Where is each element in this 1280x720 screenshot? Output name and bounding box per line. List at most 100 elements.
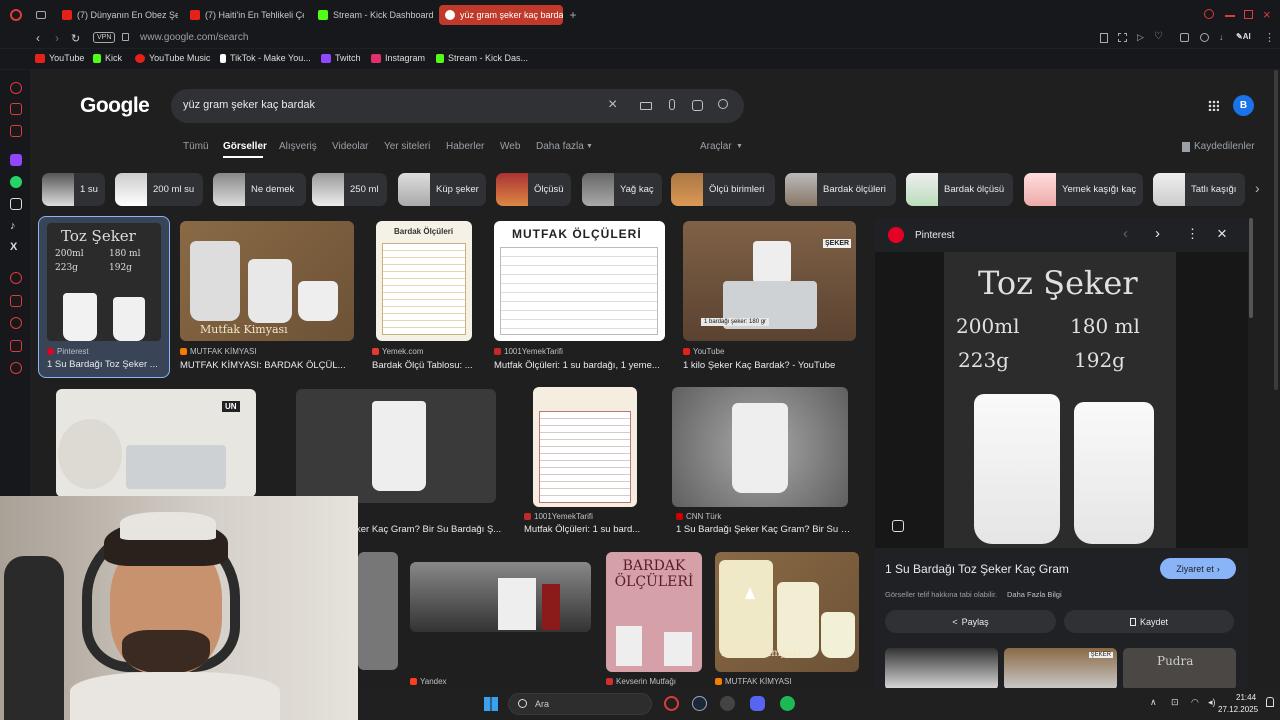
ai-icon[interactable]: ✎AI bbox=[1236, 32, 1251, 41]
result-title[interactable]: 1 kilo Şeker Kaç Bardak? - YouTube bbox=[683, 360, 858, 371]
image-result[interactable]: UN bbox=[56, 389, 256, 499]
visit-button[interactable]: Ziyaret et › bbox=[1160, 558, 1236, 579]
tray-chevron-icon[interactable]: ∧ bbox=[1150, 697, 1157, 708]
tab-1[interactable]: (7) Dünyanın En Obez Şeh bbox=[56, 5, 178, 25]
tiktok-icon[interactable]: ♪ bbox=[10, 220, 22, 232]
x-icon[interactable]: X bbox=[10, 241, 22, 253]
image-result[interactable]: Yandex bbox=[410, 562, 593, 687]
image-result[interactable]: 1001YemekTarifi Mutfak Ölçüleri: 1 su ba… bbox=[524, 387, 654, 537]
google-logo[interactable]: Google bbox=[80, 94, 150, 118]
new-tab-button[interactable]: + bbox=[567, 8, 579, 22]
search-tabs-icon[interactable] bbox=[1204, 9, 1214, 19]
related-image[interactable] bbox=[885, 648, 998, 690]
bookmark-youtube[interactable]: YouTube bbox=[35, 53, 84, 63]
result-title[interactable]: Mutfak Ölçüleri: 1 su bard... bbox=[524, 524, 654, 535]
tab-videos[interactable]: Videolar bbox=[332, 141, 369, 152]
result-title[interactable]: Mutfak Ölçüleri: 1 su bardağı, 1 yeme... bbox=[494, 360, 669, 371]
tab-more[interactable]: Daha fazla bbox=[536, 141, 584, 152]
chip-200ml[interactable]: 200 ml su bbox=[115, 173, 203, 206]
maximize-icon[interactable] bbox=[1244, 10, 1253, 19]
search-box[interactable]: yüz gram şeker kaç bardak × bbox=[171, 89, 744, 123]
screenshot-icon[interactable] bbox=[1118, 33, 1127, 42]
bookmark-instagram[interactable]: Instagram bbox=[371, 53, 425, 63]
chips-next-icon[interactable]: › bbox=[1255, 180, 1260, 196]
lens-search-icon[interactable] bbox=[892, 520, 904, 532]
chip-olcu-birimleri[interactable]: Ölçü birimleri bbox=[671, 173, 775, 206]
share-button[interactable]: < Paylaş bbox=[885, 610, 1056, 633]
image-result[interactable]: Mutfak Kimyası MUTFAK KİMYASI MUTFAK KİM… bbox=[180, 221, 355, 376]
image-result[interactable]: BARDAK ÖLÇÜLERİ Kevserin Mutfağı bbox=[606, 552, 704, 687]
whatsapp-icon[interactable] bbox=[10, 176, 22, 188]
next-icon[interactable]: › bbox=[1155, 225, 1160, 242]
tab-images[interactable]: Görseller bbox=[223, 141, 267, 152]
image-result[interactable]: Toz Şeker 200ml 180 ml 223g 192g Pintere… bbox=[38, 216, 170, 378]
apps-grid-icon[interactable] bbox=[1208, 100, 1219, 111]
result-title[interactable]: Bardak Ölçü Tablosu: ... bbox=[372, 360, 482, 371]
tab-list-icon[interactable] bbox=[36, 11, 46, 19]
preview-image[interactable]: Toz Şeker 200ml 180 ml 223g 192g bbox=[875, 252, 1248, 548]
image-result[interactable]: CNN Türk 1 Su Bardağı Şeker Kaç Gram? Bi… bbox=[671, 387, 861, 537]
reload-icon[interactable]: ↻ bbox=[71, 32, 80, 45]
search-input[interactable]: yüz gram şeker kaç bardak bbox=[183, 99, 315, 111]
save-button[interactable]: Kaydet bbox=[1064, 610, 1234, 633]
search-icon[interactable] bbox=[718, 99, 728, 109]
pinboard-icon[interactable] bbox=[10, 295, 22, 307]
more-info-link[interactable]: Daha Fazla Bilgi bbox=[1007, 590, 1062, 599]
wifi-icon[interactable]: ◠ bbox=[1191, 697, 1199, 708]
aria-icon[interactable] bbox=[10, 82, 22, 94]
chip-yag-kac[interactable]: Yağ kaç bbox=[582, 173, 662, 206]
results-scrollbar[interactable] bbox=[1249, 218, 1253, 318]
image-result[interactable] bbox=[358, 552, 398, 672]
vpn-badge[interactable]: VPN bbox=[93, 32, 116, 43]
image-result[interactable]: Bardak Ölçüleri Yemek.com Bardak Ölçü Ta… bbox=[372, 221, 504, 376]
close-icon[interactable]: × bbox=[1217, 224, 1227, 244]
avatar[interactable]: B bbox=[1233, 95, 1254, 116]
bookmark-tiktok[interactable]: TikTok - Make You... bbox=[220, 53, 311, 63]
notification-bell-icon[interactable] bbox=[1266, 697, 1274, 707]
result-title[interactable]: ker Kaç Gram? Bir Su Bardağı Ş... bbox=[356, 524, 506, 535]
back-icon[interactable]: ‹ bbox=[36, 31, 40, 45]
cube-icon[interactable] bbox=[10, 340, 22, 352]
bookmark-kick-dashboard[interactable]: Stream - Kick Das... bbox=[436, 53, 528, 63]
bookmark-youtube-music[interactable]: YouTube Music bbox=[135, 53, 210, 63]
heart-icon[interactable]: ♡ bbox=[1154, 31, 1163, 42]
snapshot-icon[interactable] bbox=[1100, 33, 1108, 43]
chip-250ml[interactable]: 250 ml bbox=[312, 173, 387, 206]
clear-icon[interactable]: × bbox=[608, 96, 617, 114]
history-icon[interactable] bbox=[10, 272, 22, 284]
tab-news[interactable]: Haberler bbox=[446, 141, 484, 152]
player-icon[interactable]: ▷ bbox=[1137, 32, 1144, 43]
minimize-icon[interactable] bbox=[1225, 15, 1235, 17]
microphone-icon[interactable] bbox=[669, 99, 675, 110]
tab-3[interactable]: Stream - Kick Dashboard bbox=[312, 5, 434, 25]
tab-all[interactable]: Tümü bbox=[183, 141, 209, 152]
more-options-icon[interactable]: ⋮ bbox=[1186, 226, 1199, 242]
mail-icon[interactable] bbox=[10, 125, 22, 137]
chip-tatli-kasigi[interactable]: Tatlı kaşığı bbox=[1153, 173, 1245, 206]
lens-icon[interactable] bbox=[692, 100, 703, 111]
bookmark-twitch[interactable]: Twitch bbox=[321, 53, 361, 63]
clock-icon[interactable] bbox=[10, 317, 22, 329]
spotify-icon[interactable] bbox=[780, 696, 795, 711]
extensions-icon[interactable] bbox=[1180, 33, 1189, 42]
menu-dots-icon[interactable]: ⋮ bbox=[1264, 31, 1275, 44]
page-scrollbar[interactable] bbox=[1274, 70, 1278, 390]
opera-logo-icon[interactable] bbox=[10, 9, 22, 21]
tab-places[interactable]: Yer siteleri bbox=[384, 141, 430, 152]
image-result[interactable]: MUTFAK ÖLÇÜLERİ 1001YemekTarifi Mutfak Ö… bbox=[494, 221, 669, 376]
keyboard-icon[interactable] bbox=[640, 102, 652, 110]
notifications-icon[interactable] bbox=[1200, 33, 1209, 42]
forward-icon[interactable]: › bbox=[55, 31, 59, 45]
image-result[interactable]: Mutfak Kimyası MUTFAK KİMYASI bbox=[715, 552, 860, 687]
result-title[interactable]: MUTFAK KİMYASI: BARDAK ÖLÇÜL... bbox=[180, 360, 355, 371]
messenger-icon[interactable] bbox=[10, 103, 22, 115]
url-field[interactable]: www.google.com/search bbox=[140, 32, 248, 43]
game-icon[interactable] bbox=[720, 696, 735, 711]
clock-time[interactable]: 21:44 bbox=[1236, 693, 1256, 702]
close-window-icon[interactable]: × bbox=[1263, 7, 1271, 22]
tools-button[interactable]: Araçlar bbox=[700, 141, 732, 152]
taskbar-search-box[interactable]: Ara bbox=[508, 693, 652, 715]
chip-bardak-olculeri[interactable]: Bardak ölçüleri bbox=[785, 173, 896, 206]
image-result[interactable]: ŞEKER 1 bardağı şeker: 180 gr YouTube 1 … bbox=[683, 221, 858, 376]
chip-bardak-olcusu[interactable]: Bardak ölçüsü bbox=[906, 173, 1013, 206]
